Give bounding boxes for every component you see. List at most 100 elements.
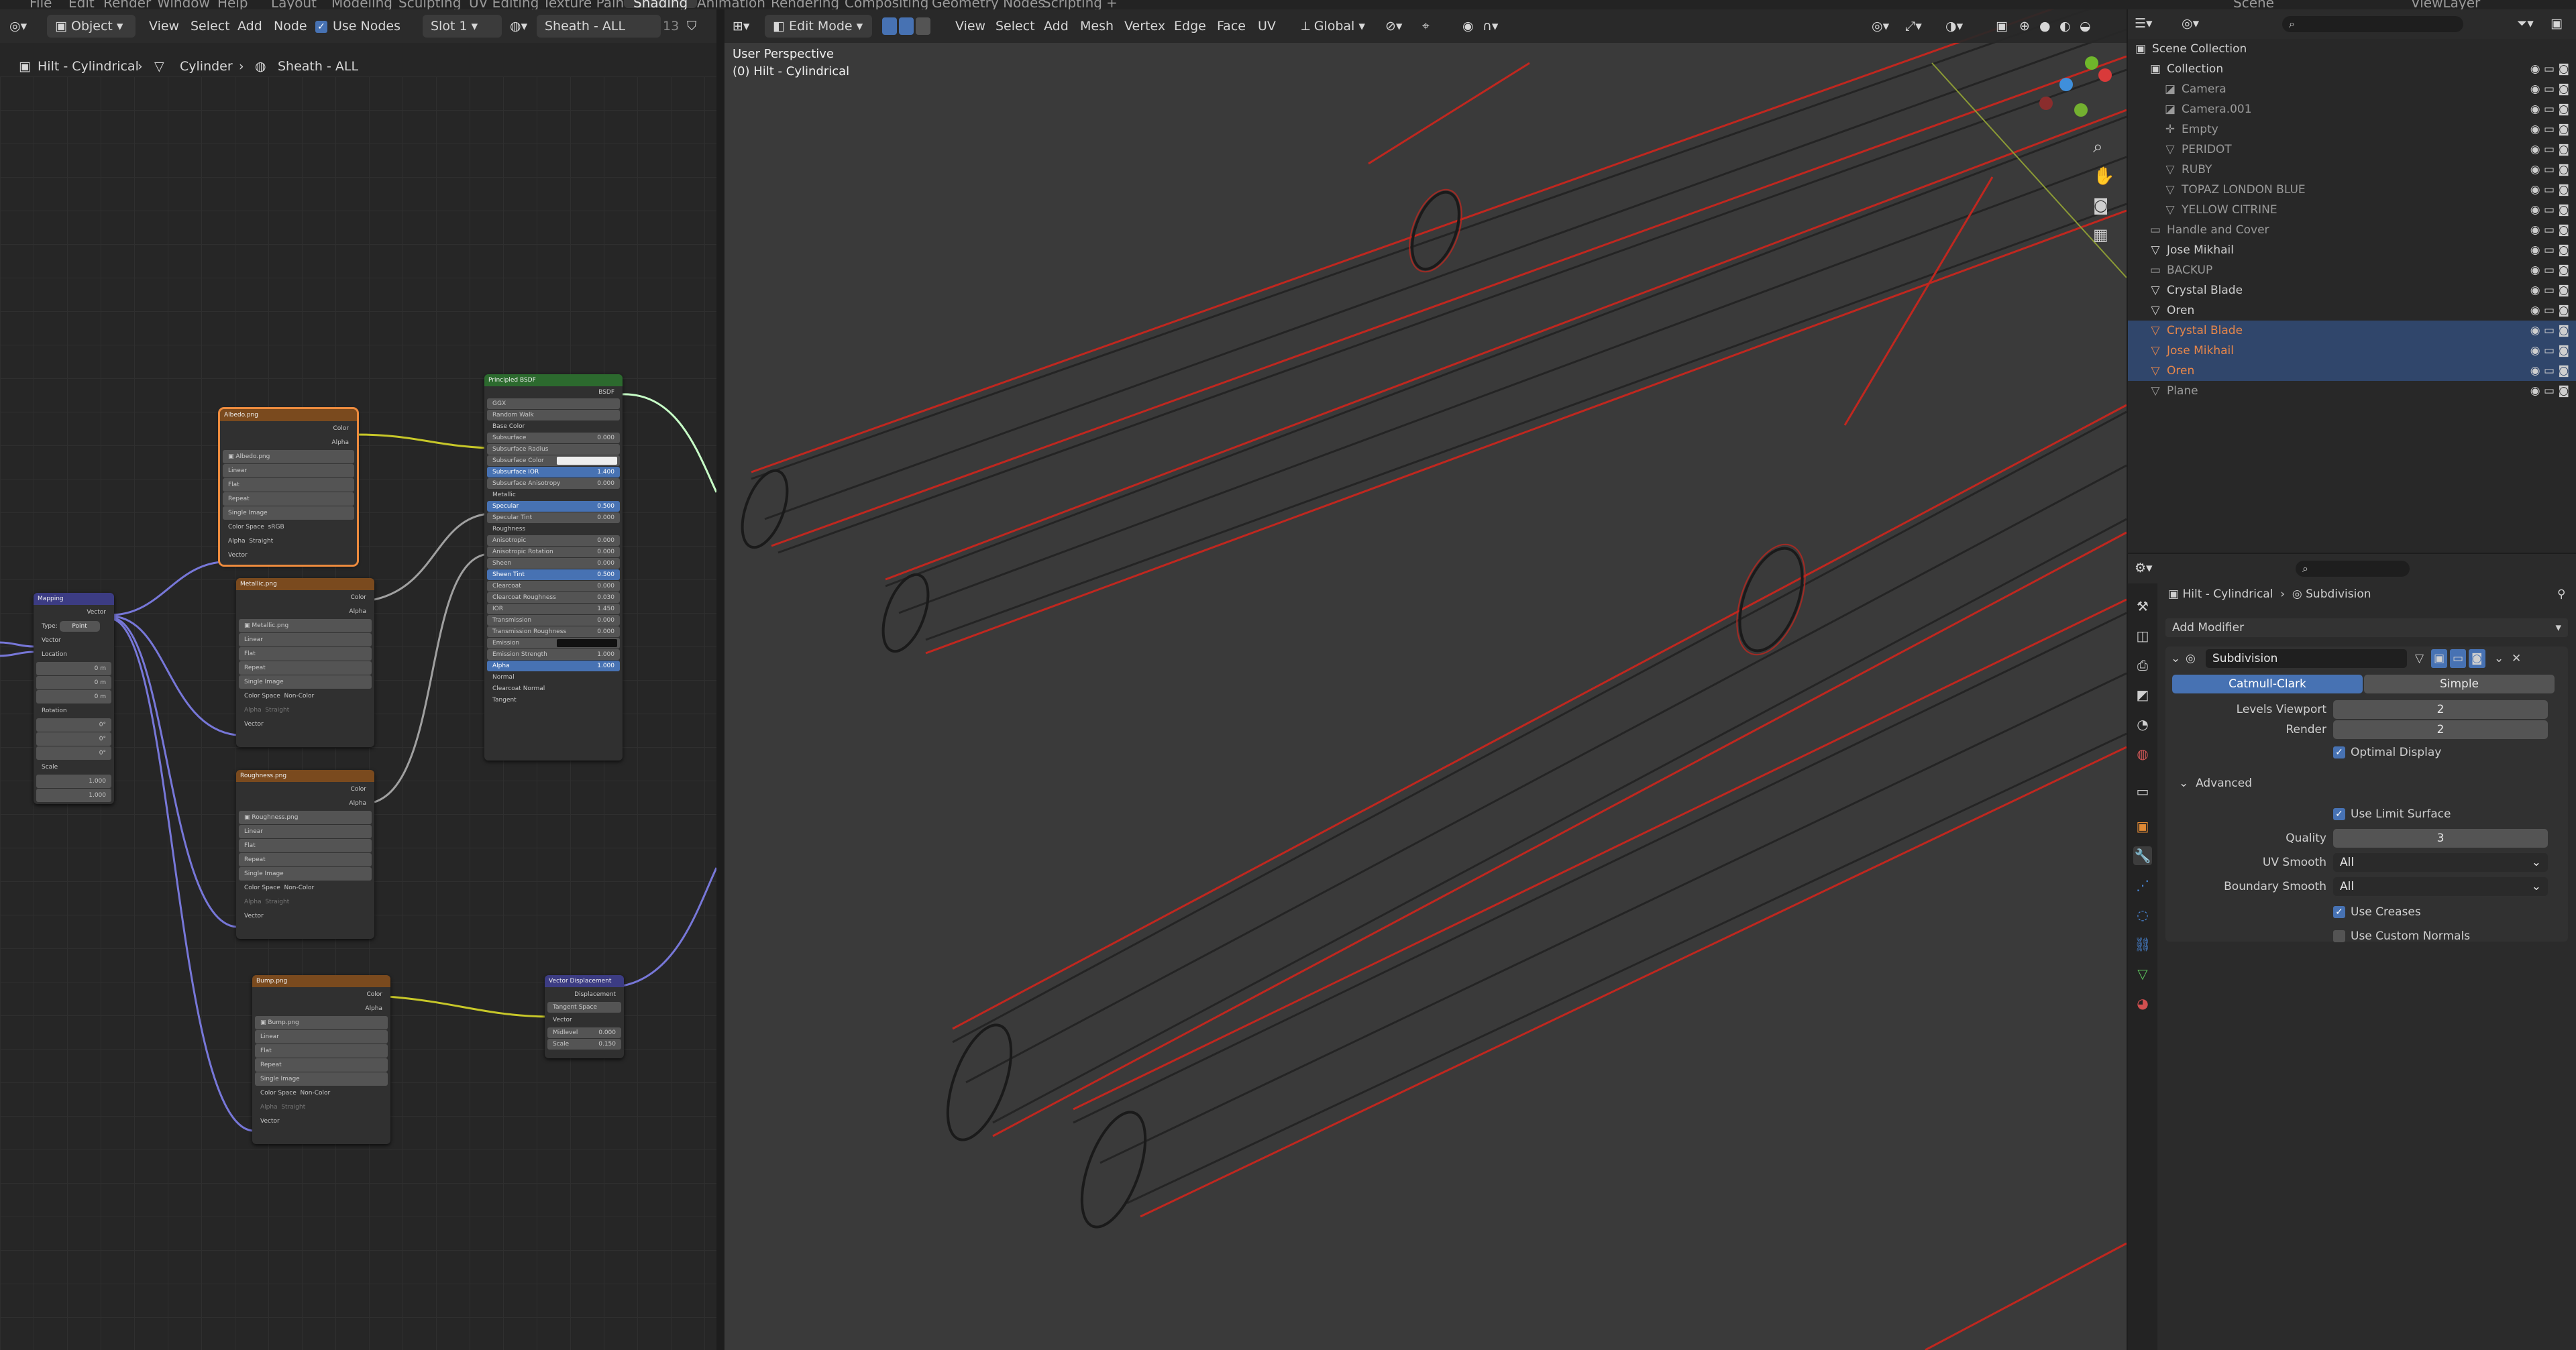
albedo-color-space[interactable]: Color Space sRGB: [223, 520, 354, 534]
shading-wireframe-icon[interactable]: ⊕: [2019, 15, 2030, 38]
albedo-node-header[interactable]: Albedo.png: [220, 409, 357, 421]
bsdf-input-row[interactable]: Specular Tint 0.000: [487, 512, 620, 523]
visibility-toggle-icons[interactable]: ◉ ▭ ◙: [2530, 361, 2569, 381]
outliner-row[interactable]: ▽ RUBY ◉ ▭ ◙: [2128, 160, 2576, 180]
bump-projection[interactable]: Flat: [255, 1044, 388, 1058]
new-collection-icon[interactable]: ▣: [2551, 12, 2563, 35]
outliner-row[interactable]: ▽ Jose Mikhail ◉ ▭ ◙: [2128, 341, 2576, 361]
view-layer-tab-icon[interactable]: ◩: [2133, 685, 2152, 704]
outliner-row[interactable]: ▭ BACKUP ◉ ▭ ◙: [2128, 260, 2576, 280]
properties-search-input[interactable]: ⌕: [2296, 561, 2410, 577]
quality-field[interactable]: 3: [2333, 829, 2548, 848]
workspace-tab-sculpting[interactable]: Sculpting: [389, 0, 470, 9]
bump-image-field[interactable]: ▣ Bump.png: [255, 1016, 388, 1029]
visibility-toggle-icons[interactable]: ◉ ▭ ◙: [2530, 220, 2569, 240]
mapping-type-dropdown[interactable]: Point: [59, 621, 100, 632]
visibility-toggle-icons[interactable]: ◉ ▭ ◙: [2530, 341, 2569, 361]
outliner-row[interactable]: ▣ Collection ◉ ▭ ◙: [2128, 59, 2576, 79]
levels-viewport-field[interactable]: 2: [2333, 700, 2548, 719]
bsdf-input-row[interactable]: Subsurface Anisotropy 0.000: [487, 478, 620, 489]
outliner-row[interactable]: ▽ Jose Mikhail ◉ ▭ ◙: [2128, 240, 2576, 260]
roughness-interpolation[interactable]: Linear: [239, 825, 372, 838]
visibility-toggle-icons[interactable]: ◉ ▭ ◙: [2530, 119, 2569, 139]
roughness-image-node[interactable]: Roughness.png Color Alpha ▣ Roughness.pn…: [236, 770, 374, 939]
menu-view[interactable]: View: [955, 15, 985, 38]
bsdf-input-row[interactable]: Alpha 1.000: [487, 661, 620, 671]
bsdf-input-row[interactable]: Anisotropic Rotation 0.000: [487, 547, 620, 557]
vertex-select-icon[interactable]: [882, 17, 897, 35]
outliner-row[interactable]: ▽ TOPAZ LONDON BLUE ◉ ▭ ◙: [2128, 180, 2576, 200]
albedo-image-field[interactable]: ▣ Albedo.png: [223, 450, 354, 463]
modifier-name-field[interactable]: Subdivision: [2206, 649, 2407, 668]
scene-selector[interactable]: Scene: [2224, 0, 2284, 9]
snap-icon[interactable]: ⌖: [1422, 15, 1430, 38]
bsdf-input-row[interactable]: Transmission 0.000: [487, 615, 620, 626]
bump-image-node[interactable]: Bump.png Color Alpha ▣ Bump.png Linear F…: [252, 975, 390, 1144]
mapping-rotation-y[interactable]: 0°: [36, 732, 111, 746]
use-limit-surface-checkbox[interactable]: ✓ Use Limit Surface: [2333, 805, 2451, 824]
filter-icon[interactable]: ⏷▾: [2517, 12, 2534, 35]
menu-uv[interactable]: UV: [1258, 15, 1276, 38]
visibility-icon[interactable]: ◎▾: [1872, 15, 1889, 38]
vdisp-space-dropdown[interactable]: Tangent Space: [547, 1002, 621, 1013]
roughness-source[interactable]: Single Image: [239, 867, 372, 881]
bsdf-input-row[interactable]: IOR 1.450: [487, 604, 620, 614]
metallic-node-header[interactable]: Metallic.png: [236, 578, 374, 590]
advanced-section-toggle[interactable]: ⌄ Advanced: [2179, 774, 2252, 793]
view-layer-selector[interactable]: ViewLayer: [2402, 0, 2489, 9]
simple-button[interactable]: Simple: [2364, 675, 2555, 693]
shading-rendered-icon[interactable]: ◒: [2080, 15, 2091, 38]
add-modifier-button[interactable]: Add Modifier ▾: [2165, 618, 2568, 637]
metallic-extension[interactable]: Repeat: [239, 661, 372, 675]
overlay-toggle-icon[interactable]: ◑▾: [1945, 15, 1963, 38]
workspace-tab-layout[interactable]: Layout: [262, 0, 326, 9]
visibility-toggle-icons[interactable]: ◉ ▭ ◙: [2530, 139, 2569, 160]
visibility-toggle-icons[interactable]: ◉ ▭ ◙: [2530, 381, 2569, 401]
bump-color-space[interactable]: Color Space Non-Color: [255, 1086, 388, 1100]
add-workspace-icon[interactable]: +: [1097, 0, 1127, 9]
bsdf-input-row[interactable]: Emission: [487, 638, 620, 649]
metallic-source[interactable]: Single Image: [239, 675, 372, 689]
render-toggle-icon[interactable]: ◙: [2469, 649, 2485, 668]
mapping-location-z[interactable]: 0 m: [36, 690, 111, 704]
albedo-source[interactable]: Single Image: [223, 506, 354, 520]
tool-tab-icon[interactable]: ⚒: [2133, 597, 2152, 616]
outliner-row[interactable]: ◪ Camera ◉ ▭ ◙: [2128, 79, 2576, 99]
boundary-smooth-dropdown[interactable]: All ⌄: [2333, 877, 2548, 896]
modifier-dropdown-icon[interactable]: ⌄: [2494, 649, 2504, 668]
xray-toggle-icon[interactable]: ▣: [1996, 15, 2008, 38]
optimal-display-checkbox[interactable]: ✓ Optimal Display: [2333, 743, 2441, 762]
bsdf-subsurface-method-dropdown[interactable]: Random Walk: [487, 410, 620, 420]
edit-mode-toggle-icon[interactable]: ▣: [2431, 649, 2448, 668]
pivot-icon[interactable]: ⊘▾: [1385, 15, 1402, 38]
bsdf-input-row[interactable]: Subsurface Radius: [487, 444, 620, 455]
visibility-toggle-icons[interactable]: ◉ ▭ ◙: [2530, 180, 2569, 200]
edge-select-icon[interactable]: [899, 17, 914, 35]
visibility-toggle-icons[interactable]: ◉ ▭ ◙: [2530, 240, 2569, 260]
bsdf-input-row[interactable]: Anisotropic 0.000: [487, 535, 620, 546]
albedo-extension[interactable]: Repeat: [223, 492, 354, 506]
metallic-image-node[interactable]: Metallic.png Color Alpha ▣ Metallic.png …: [236, 578, 374, 747]
outliner-row[interactable]: ▽ Crystal Blade ◉ ▭ ◙: [2128, 321, 2576, 341]
gizmo-toggle-icon[interactable]: ⤢▾: [1905, 15, 1922, 38]
principled-bsdf-node[interactable]: Principled BSDF BSDF GGX Random Walk Bas…: [484, 374, 623, 761]
3d-viewport[interactable]: ⊞▾ ◧ Edit Mode ▾ View Select Add Mesh Ve…: [724, 9, 2127, 1350]
zoom-icon[interactable]: ⌕: [2093, 137, 2103, 158]
albedo-projection[interactable]: Flat: [223, 478, 354, 492]
constraints-tab-icon[interactable]: ⛓: [2133, 935, 2152, 954]
realtime-toggle-icon[interactable]: ▭: [2450, 649, 2467, 668]
visibility-toggle-icons[interactable]: ◉ ▭ ◙: [2530, 200, 2569, 220]
visibility-toggle-icons[interactable]: ◉ ▭ ◙: [2530, 79, 2569, 99]
bsdf-input-row[interactable]: Sheen 0.000: [487, 558, 620, 569]
render-tab-icon[interactable]: ◫: [2133, 626, 2152, 645]
ortho-toggle-icon[interactable]: ▦: [2093, 225, 2108, 244]
particles-tab-icon[interactable]: ⋰: [2133, 876, 2152, 895]
outliner-row[interactable]: ▽ PERIDOT ◉ ▭ ◙: [2128, 139, 2576, 160]
menu-help[interactable]: Help: [208, 0, 258, 9]
editor-type-icon[interactable]: ⊞▾: [733, 15, 749, 38]
bsdf-input-row[interactable]: Emission Strength 1.000: [487, 649, 620, 660]
menu-face[interactable]: Face: [1217, 15, 1246, 38]
shading-solid-icon[interactable]: ●: [2039, 15, 2051, 38]
proportional-editing-icon[interactable]: ◉: [1462, 15, 1474, 38]
properties-editor-icon[interactable]: ⚙▾: [2135, 557, 2153, 579]
